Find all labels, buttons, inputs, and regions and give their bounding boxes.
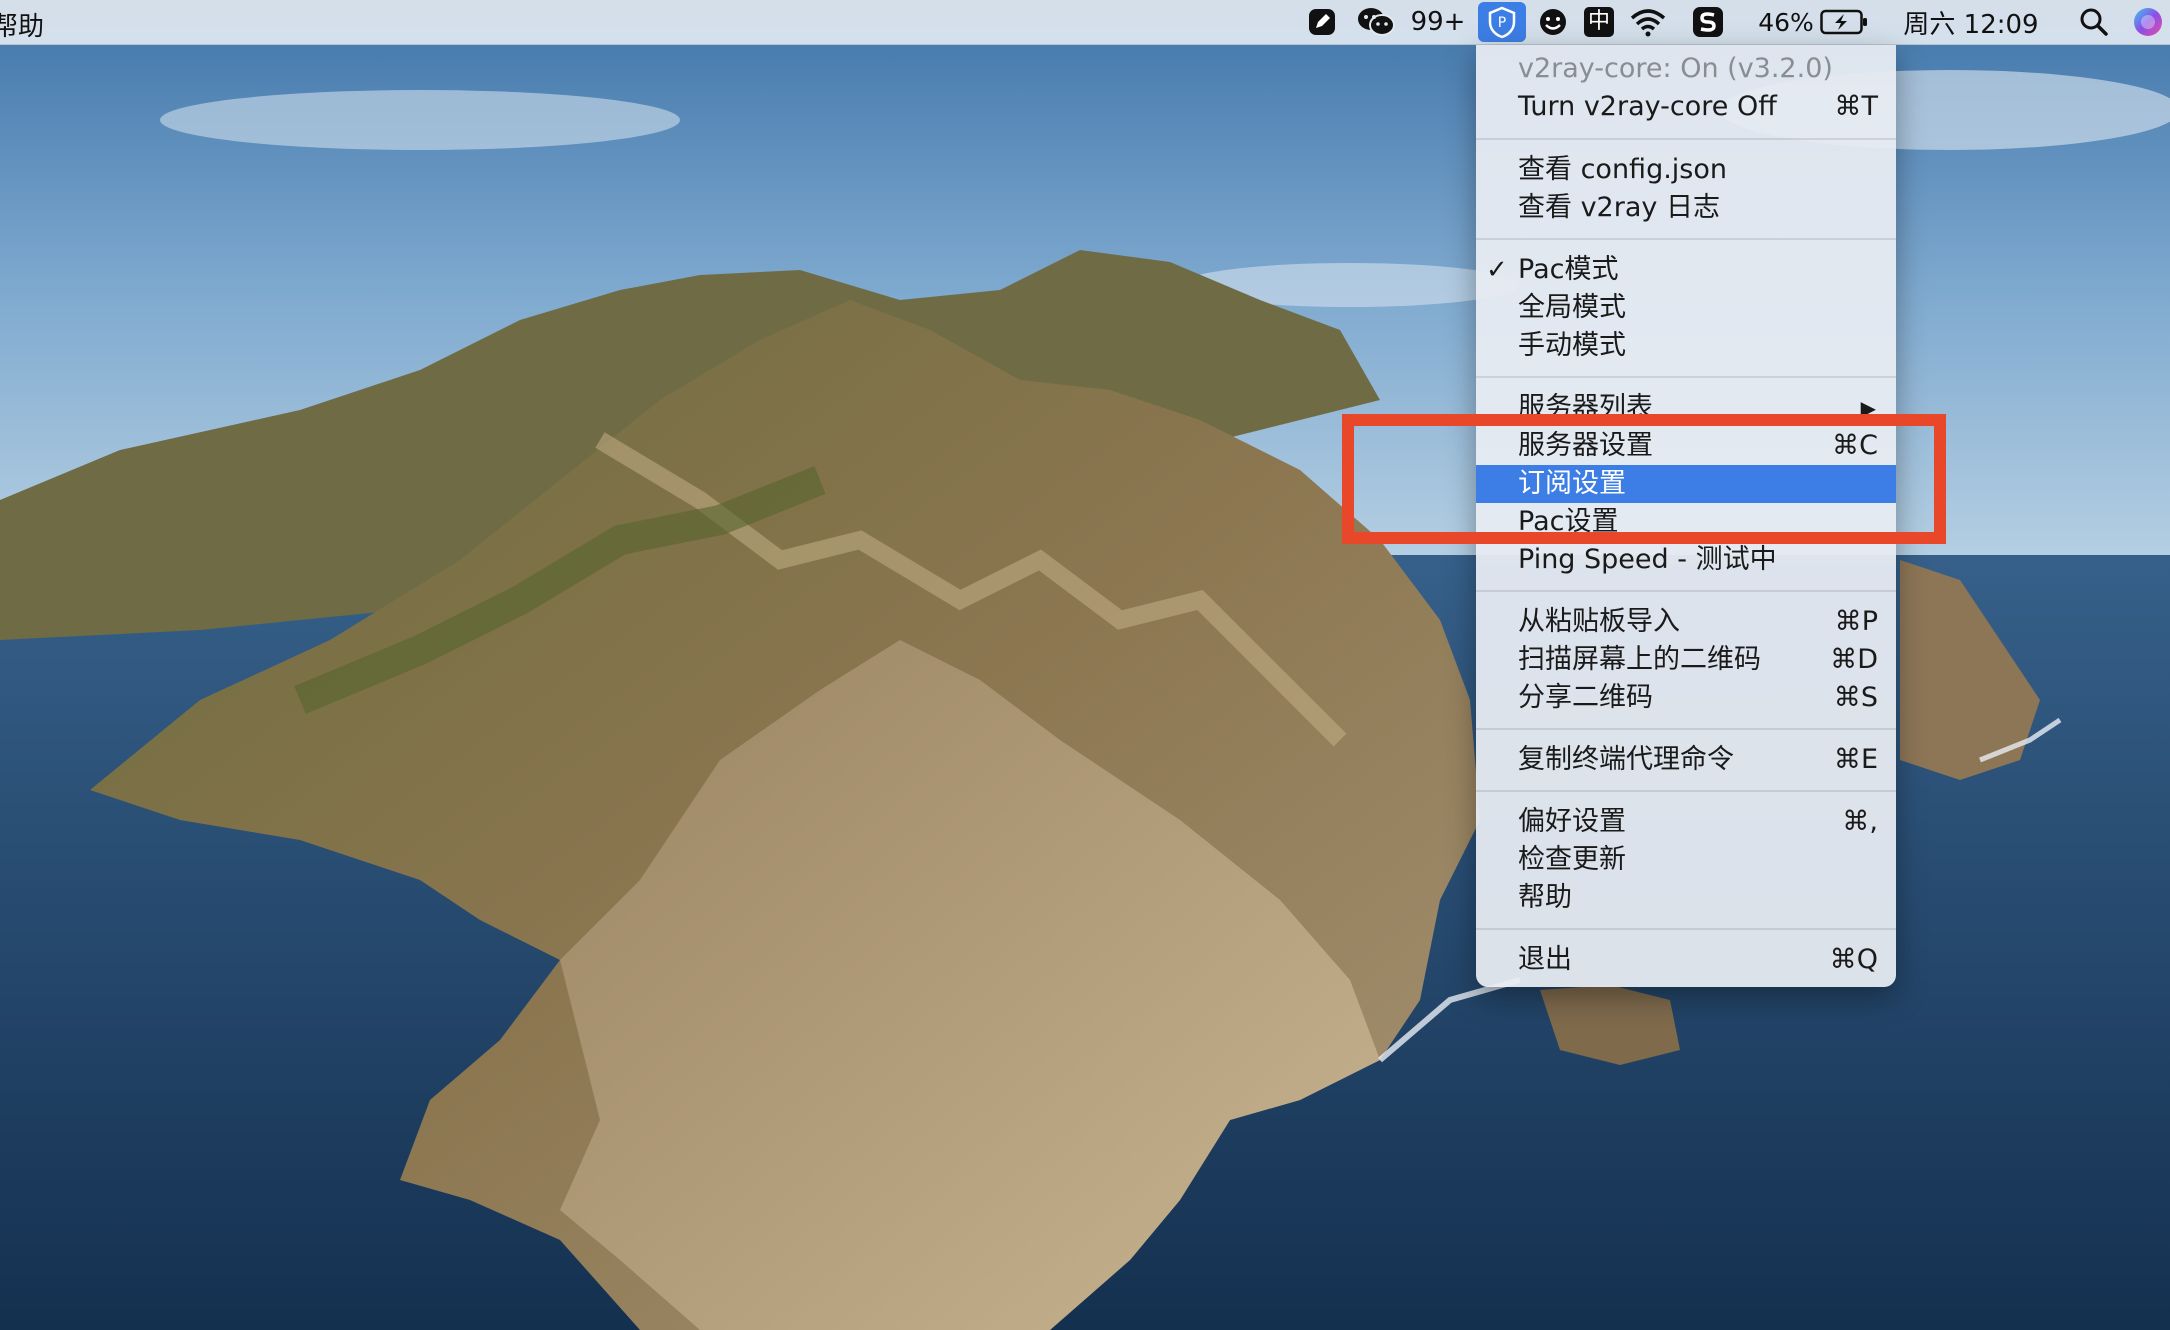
search-icon[interactable] (2076, 0, 2112, 44)
shortcut-label: ⌘P (1834, 606, 1878, 637)
menu-separator (1476, 790, 1896, 792)
menu-item-core-status: v2ray-core: On (v3.2.0) (1518, 53, 1833, 84)
menu-item-manual-mode[interactable]: 手动模式 (1476, 327, 1896, 365)
input-method-icon[interactable]: 中 (1582, 0, 1616, 44)
wifi-icon[interactable] (1628, 0, 1668, 44)
menu-item-preferences[interactable]: 偏好设置 ⌘, (1476, 803, 1896, 841)
menu-separator (1476, 138, 1896, 140)
menu-item-help[interactable]: 帮助 (1476, 879, 1896, 917)
shortcut-label: ⌘T (1834, 91, 1879, 122)
menu-item-global-mode[interactable]: 全局模式 (1476, 289, 1896, 327)
shortcut-label: ⌘, (1842, 806, 1878, 837)
menu-item-import-clipboard[interactable]: 从粘贴板导入 ⌘P (1476, 603, 1896, 641)
wechat-icon[interactable] (1354, 0, 1398, 44)
annotation-highlight-box (1342, 414, 1946, 544)
v2ray-tray-icon[interactable]: P (1478, 2, 1526, 42)
menu-bar: 帮助 99+ P 中 46% 周六 12:09 (0, 0, 2170, 45)
shortcut-label: ⌘D (1830, 644, 1878, 675)
input-method-label: 中 (1584, 7, 1614, 37)
menu-separator (1476, 728, 1896, 730)
menu-item-ping-speed[interactable]: Ping Speed - 测试中 (1476, 541, 1896, 579)
face-icon[interactable] (1536, 0, 1570, 44)
wechat-badge: 99+ (1410, 7, 1466, 37)
menu-item-view-config[interactable]: 查看 config.json (1476, 151, 1896, 189)
menu-item-view-log[interactable]: 查看 v2ray 日志 (1476, 189, 1896, 227)
siri-icon[interactable] (2128, 0, 2168, 44)
note-icon[interactable] (1303, 0, 1341, 44)
menu-separator (1476, 238, 1896, 240)
menu-item-scan-qr[interactable]: 扫描屏幕上的二维码 ⌘D (1476, 641, 1896, 679)
menubar-clock[interactable]: 周六 12:09 (1896, 0, 2046, 44)
menu-item-quit[interactable]: 退出 ⌘Q (1476, 941, 1896, 979)
battery-icon[interactable] (1818, 0, 1870, 44)
shortcut-label: ⌘Q (1829, 944, 1878, 975)
battery-percent: 46% (1758, 7, 1814, 37)
menu-item-check-updates[interactable]: 检查更新 (1476, 841, 1896, 879)
menu-item-pac-mode[interactable]: ✓ Pac模式 (1476, 251, 1896, 289)
menu-separator (1476, 376, 1896, 378)
menu-item-share-qr[interactable]: 分享二维码 ⌘S (1476, 679, 1896, 717)
menu-separator (1476, 928, 1896, 930)
menubar-help-menu[interactable]: 帮助 (0, 6, 44, 43)
shortcut-label: ⌘E (1833, 744, 1878, 775)
menu-item-toggle-core[interactable]: Turn v2ray-core Off ⌘T (1476, 88, 1896, 126)
s-app-icon[interactable] (1690, 0, 1726, 44)
menu-item-copy-proxy-command[interactable]: 复制终端代理命令 ⌘E (1476, 741, 1896, 779)
shortcut-label: ⌘S (1833, 682, 1878, 713)
menu-separator (1476, 590, 1896, 592)
svg-text:P: P (1498, 15, 1506, 31)
checkmark-icon: ✓ (1486, 255, 1508, 285)
